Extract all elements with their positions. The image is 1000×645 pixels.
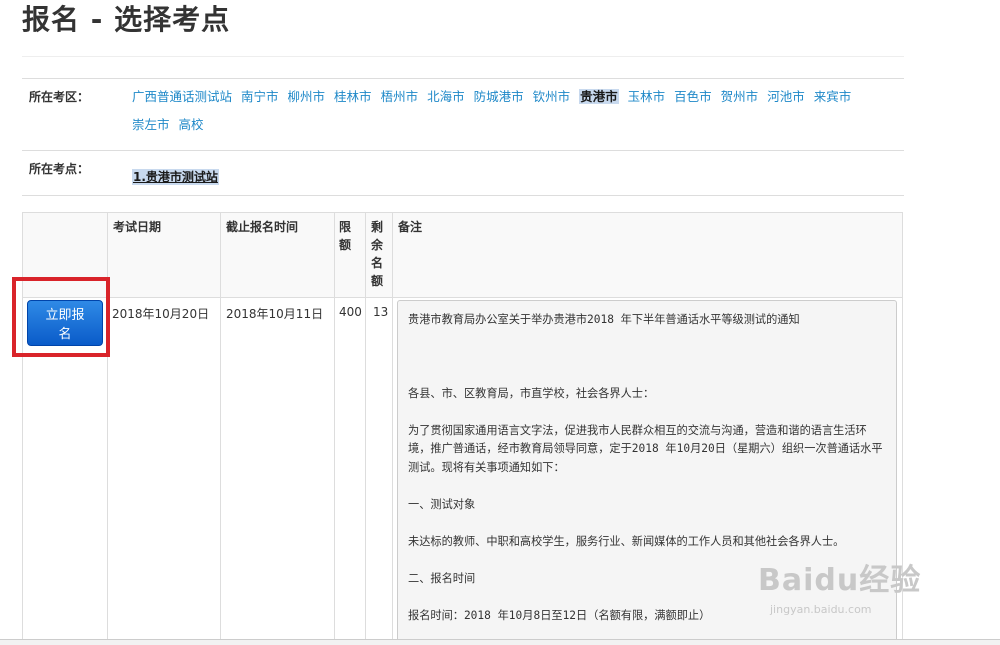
- title-divider: [22, 56, 904, 57]
- page: 报名 - 选择考点 所在考区： 广西普通话测试站 南宁市 柳州市 桂林市 梧州市 北海市防…: [0, 0, 1000, 645]
- site-list: 1.贵港市测试站: [132, 145, 904, 195]
- site-label: 所在考点：: [29, 162, 90, 176]
- col-divider: [334, 213, 335, 645]
- region-link-chongzuo[interactable]: 崇左市: [132, 117, 170, 132]
- cell-quota: 400: [339, 305, 362, 319]
- cell-deadline: 2018年10月11日: [226, 307, 324, 321]
- region-link-nanning[interactable]: 南宁市: [241, 89, 279, 104]
- region-link-fangchenggang[interactable]: 防城港市: [474, 89, 524, 104]
- notice-section2-body: 报名时间：2018 年10月8日至12日（名额有限，满额即止）: [408, 608, 711, 622]
- notice-salutation: 各县、市、区教育局，市直学校，社会各界人士：: [408, 386, 655, 400]
- col-divider: [220, 213, 221, 645]
- region-link-beihai[interactable]: 北海市: [427, 89, 465, 104]
- col-divider: [392, 213, 393, 645]
- region-link-hezhou[interactable]: 贺州市: [721, 89, 759, 104]
- notice-title: 贵港市教育局办公室关于举办贵港市2018 年下半年普通话水平等级测试的通知: [408, 313, 800, 326]
- region-filter-row: 所在考区： 广西普通话测试站 南宁市 柳州市 桂林市 梧州市 北海市 防城港市 钦州市 贵港市玉…: [22, 79, 904, 151]
- col-divider: [365, 213, 366, 645]
- region-link-wuzhou[interactable]: 梧州市: [381, 89, 419, 104]
- notice-section1-heading: 一、测试对象: [408, 497, 476, 511]
- notice-intro: 为了贯彻国家通用语言文字法，促进我市人民群众相互的交流与沟通，营造和谐的语言生活…: [408, 423, 883, 474]
- region-link-laibin[interactable]: 来宾市: [814, 89, 852, 104]
- region-link-guangxi[interactable]: 广西普通话测试站: [132, 89, 232, 104]
- region-link-qinzhou[interactable]: 钦州市: [533, 89, 571, 104]
- header-remaining: 剩余名额: [371, 220, 384, 288]
- region-link-gaoxiao[interactable]: 高校: [179, 117, 204, 132]
- header-exam-date: 考试日期: [113, 220, 162, 234]
- notice-section2-heading: 二、报名时间: [408, 571, 476, 585]
- site-filter-row: 所在考点： 1.贵港市测试站: [22, 151, 904, 196]
- header-quota: 限额: [339, 220, 352, 252]
- bottom-scrollbar[interactable]: [0, 639, 1000, 645]
- notice-textarea[interactable]: 贵港市教育局办公室关于举办贵港市2018 年下半年普通话水平等级测试的通知 各县…: [397, 300, 897, 645]
- site-link-guigang-station[interactable]: 1.贵港市测试站: [132, 169, 219, 185]
- annotation-highlight-box: [12, 277, 110, 357]
- region-link-liuzhou[interactable]: 柳州市: [288, 89, 326, 104]
- page-title: 报名 - 选择考点: [22, 3, 231, 36]
- region-link-hechi[interactable]: 河池市: [767, 89, 805, 104]
- region-link-baise[interactable]: 百色市: [674, 89, 712, 104]
- header-note: 备注: [398, 220, 423, 234]
- region-link-yulin[interactable]: 玉林市: [628, 89, 666, 104]
- header-deadline: 截止报名时间: [226, 220, 299, 234]
- region-label: 所在考区：: [29, 90, 90, 104]
- region-link-guigang-selected[interactable]: 贵港市: [579, 89, 619, 104]
- region-list: 广西普通话测试站 南宁市 柳州市 桂林市 梧州市 北海市 防城港市 钦州市 贵港市 玉林市 百色市贺…: [132, 73, 904, 150]
- notice-section1-body: 未达标的教师、中职和高校学生，服务行业、新闻媒体的工作人员和其他社会各界人士。: [408, 534, 845, 548]
- filter-table: 所在考区： 广西普通话测试站 南宁市 柳州市 桂林市 梧州市 北海市 防城港市 钦州市 贵港市玉…: [22, 78, 904, 196]
- cell-remaining: 13: [373, 305, 389, 319]
- region-link-guilin[interactable]: 桂林市: [334, 89, 372, 104]
- cell-exam-date: 2018年10月20日: [112, 307, 210, 321]
